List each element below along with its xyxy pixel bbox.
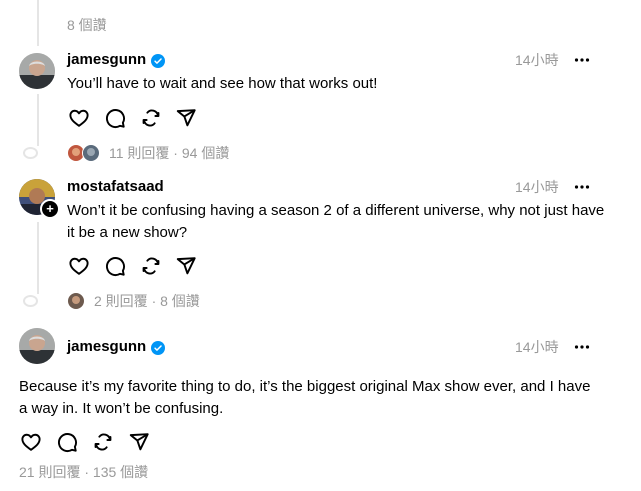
comment-button[interactable] xyxy=(104,107,126,129)
comment-button[interactable] xyxy=(104,255,126,277)
repost-icon xyxy=(140,107,162,129)
post-text: Won’t it be confusing having a season 2 … xyxy=(67,202,605,241)
share-button[interactable] xyxy=(128,431,150,453)
share-button[interactable] xyxy=(175,255,197,277)
comment-button[interactable] xyxy=(56,431,78,453)
thread-line xyxy=(37,222,39,294)
share-icon xyxy=(128,431,150,453)
post-stats[interactable]: 21 則回覆 · 135 個讚 xyxy=(19,463,148,481)
timestamp[interactable]: 14小時 xyxy=(515,51,559,69)
share-button[interactable] xyxy=(175,107,197,129)
more-icon[interactable] xyxy=(574,57,590,63)
repost-icon xyxy=(140,255,162,277)
repost-icon xyxy=(92,431,114,453)
more-icon[interactable] xyxy=(574,344,590,350)
repost-button[interactable] xyxy=(140,107,162,129)
thread-line xyxy=(37,94,39,146)
share-icon xyxy=(175,107,197,129)
reply-avatar xyxy=(82,144,100,162)
reply-avatar xyxy=(67,292,85,310)
comment-icon xyxy=(56,431,78,453)
repost-button[interactable] xyxy=(92,431,114,453)
heart-icon xyxy=(20,431,42,453)
more-icon[interactable] xyxy=(574,184,590,190)
thread-connector xyxy=(23,295,38,307)
like-button[interactable] xyxy=(68,107,90,129)
verified-badge-icon xyxy=(151,54,165,68)
comment-icon xyxy=(104,107,126,129)
verified-badge-icon xyxy=(151,341,165,355)
thread-connector xyxy=(23,147,38,159)
avatar[interactable] xyxy=(19,328,55,364)
timestamp[interactable]: 14小時 xyxy=(515,338,559,356)
username[interactable]: mostafatsaad xyxy=(67,178,164,196)
follow-plus-icon[interactable]: + xyxy=(40,199,60,219)
username[interactable]: jamesgunn xyxy=(67,51,146,69)
share-icon xyxy=(175,255,197,277)
like-button[interactable] xyxy=(68,255,90,277)
thread-line xyxy=(37,0,39,46)
post-text: Because it’s my favorite thing to do, it… xyxy=(19,378,591,417)
heart-icon xyxy=(68,255,90,277)
post-stats[interactable]: 2 則回覆 · 8 個讚 xyxy=(94,292,200,310)
like-button[interactable] xyxy=(20,431,42,453)
heart-icon xyxy=(68,107,90,129)
username[interactable]: jamesgunn xyxy=(67,338,146,356)
timestamp[interactable]: 14小時 xyxy=(515,178,559,196)
post-text: You’ll have to wait and see how that wor… xyxy=(67,75,378,92)
likes-count[interactable]: 8 個讚 xyxy=(67,16,107,34)
comment-icon xyxy=(104,255,126,277)
repost-button[interactable] xyxy=(140,255,162,277)
avatar[interactable] xyxy=(19,53,55,89)
post-stats[interactable]: 11 則回覆 · 94 個讚 xyxy=(109,144,229,162)
